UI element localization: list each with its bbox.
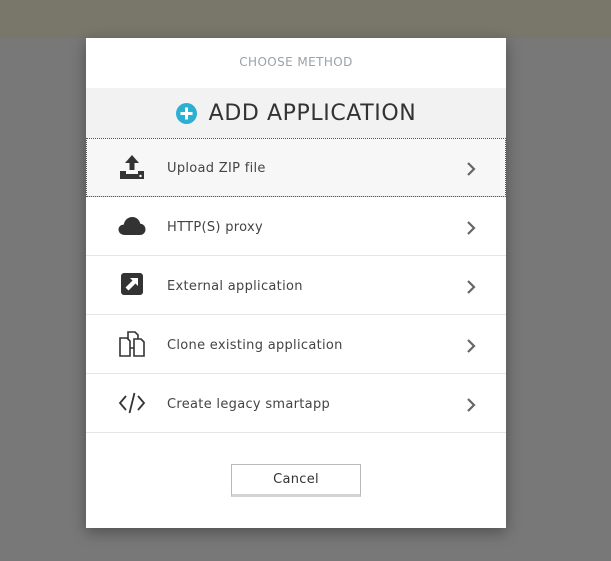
option-external-application[interactable]: External application <box>86 256 506 315</box>
method-option-list: Upload ZIP file HTTP(S) proxy External a… <box>86 138 506 433</box>
chevron-right-icon <box>466 279 476 294</box>
chevron-right-icon <box>466 397 476 412</box>
option-label: Upload ZIP file <box>167 161 266 176</box>
option-label: HTTP(S) proxy <box>167 220 263 235</box>
cancel-button[interactable]: Cancel <box>231 464 361 497</box>
chevron-right-icon <box>466 161 476 176</box>
page-header-background <box>0 0 611 38</box>
cloud-icon <box>118 213 146 239</box>
option-label: Clone existing application <box>167 338 343 353</box>
option-https-proxy[interactable]: HTTP(S) proxy <box>86 197 506 256</box>
option-label: External application <box>167 279 303 294</box>
option-label: Create legacy smartapp <box>167 397 331 412</box>
option-legacy-smartapp[interactable]: Create legacy smartapp <box>86 374 506 433</box>
chevron-right-icon <box>466 338 476 353</box>
plus-circle-icon <box>175 102 197 124</box>
chevron-right-icon <box>466 220 476 235</box>
code-icon <box>118 390 146 416</box>
add-application-dialog: CHOOSE METHOD ADD APPLICATION Upload ZIP… <box>86 38 506 528</box>
option-upload-zip[interactable]: Upload ZIP file <box>86 138 506 197</box>
choose-method-label: CHOOSE METHOD <box>239 55 353 69</box>
clone-icon <box>118 331 146 357</box>
dialog-title: ADD APPLICATION <box>208 100 417 126</box>
dialog-title-bar: ADD APPLICATION <box>86 88 506 138</box>
external-link-icon <box>118 272 146 298</box>
upload-icon <box>118 154 146 180</box>
option-clone-application[interactable]: Clone existing application <box>86 315 506 374</box>
